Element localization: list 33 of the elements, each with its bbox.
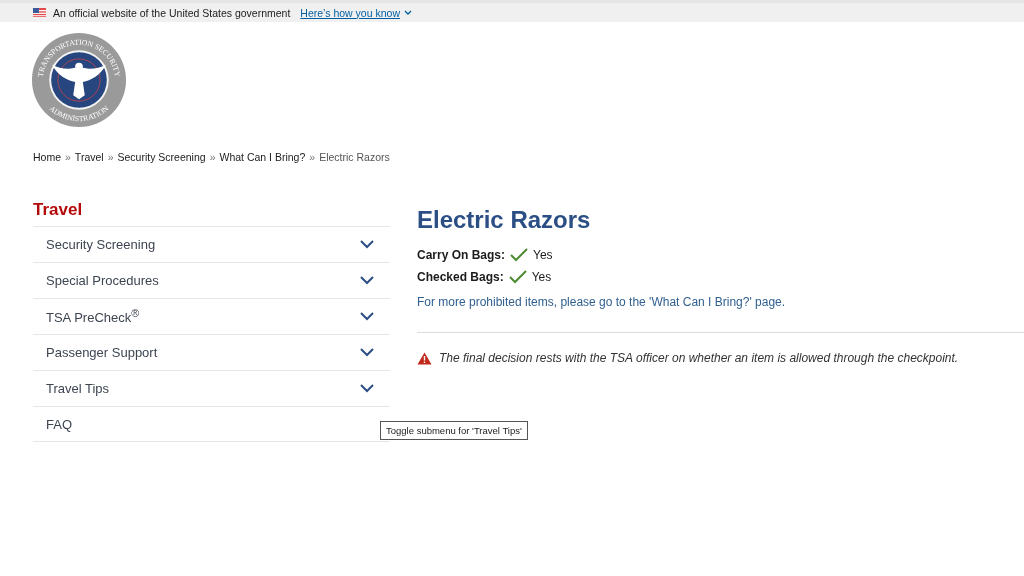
breadcrumb-separator: » xyxy=(65,151,71,163)
breadcrumb-link[interactable]: What Can I Bring? xyxy=(219,151,306,163)
warning-icon xyxy=(417,351,432,365)
tooltip: Toggle submenu for 'Travel Tips' xyxy=(380,421,528,440)
chevron-icon[interactable] xyxy=(360,384,374,393)
chevron-icon[interactable] xyxy=(360,240,374,249)
breadcrumb-link[interactable]: Security Screening xyxy=(117,151,206,163)
breadcrumb-current: Electric Razors xyxy=(319,151,390,163)
chevron-icon[interactable] xyxy=(360,276,374,285)
sidebar-item[interactable]: Travel Tips xyxy=(33,370,390,406)
chevron-icon[interactable] xyxy=(360,348,374,357)
more-items-link[interactable]: For more prohibited items, please go to the 'What Can I Bring?' page. xyxy=(417,295,786,309)
banner-link[interactable]: Here’s how you know xyxy=(300,6,400,19)
sidebar-item[interactable]: TSA PreCheck$^{®}$ xyxy=(33,298,390,334)
bag-label: Carry On Bags: xyxy=(417,248,506,262)
page-title: Electric Razors xyxy=(417,206,592,234)
sidebar-item[interactable]: Passenger Support xyxy=(33,334,390,370)
breadcrumb-separator: » xyxy=(209,151,216,163)
breadcrumb-separator: » xyxy=(107,151,114,163)
flag-icon xyxy=(33,8,46,17)
chevron-icon[interactable] xyxy=(360,312,374,321)
bag-label: Checked Bags: xyxy=(417,270,504,284)
chevron-icon[interactable] xyxy=(403,9,412,16)
breadcrumb-link[interactable]: Travel xyxy=(74,151,104,163)
notice-text: The final decision rests with the TSA officer on whether an item is allowed through the checkpoint. xyxy=(439,351,959,365)
sidebar-title: Travel xyxy=(33,200,84,220)
sidebar-item[interactable]: Security Screening xyxy=(33,226,390,262)
breadcrumb-separator: » xyxy=(309,151,316,163)
bag-value: Yes xyxy=(531,270,552,284)
breadcrumb-link[interactable]: Home xyxy=(33,151,61,163)
bag-value: Yes xyxy=(533,248,553,262)
banner-text: An official website of the United States government xyxy=(53,6,291,19)
sidebar-item[interactable]: Special Procedures xyxy=(33,262,390,298)
